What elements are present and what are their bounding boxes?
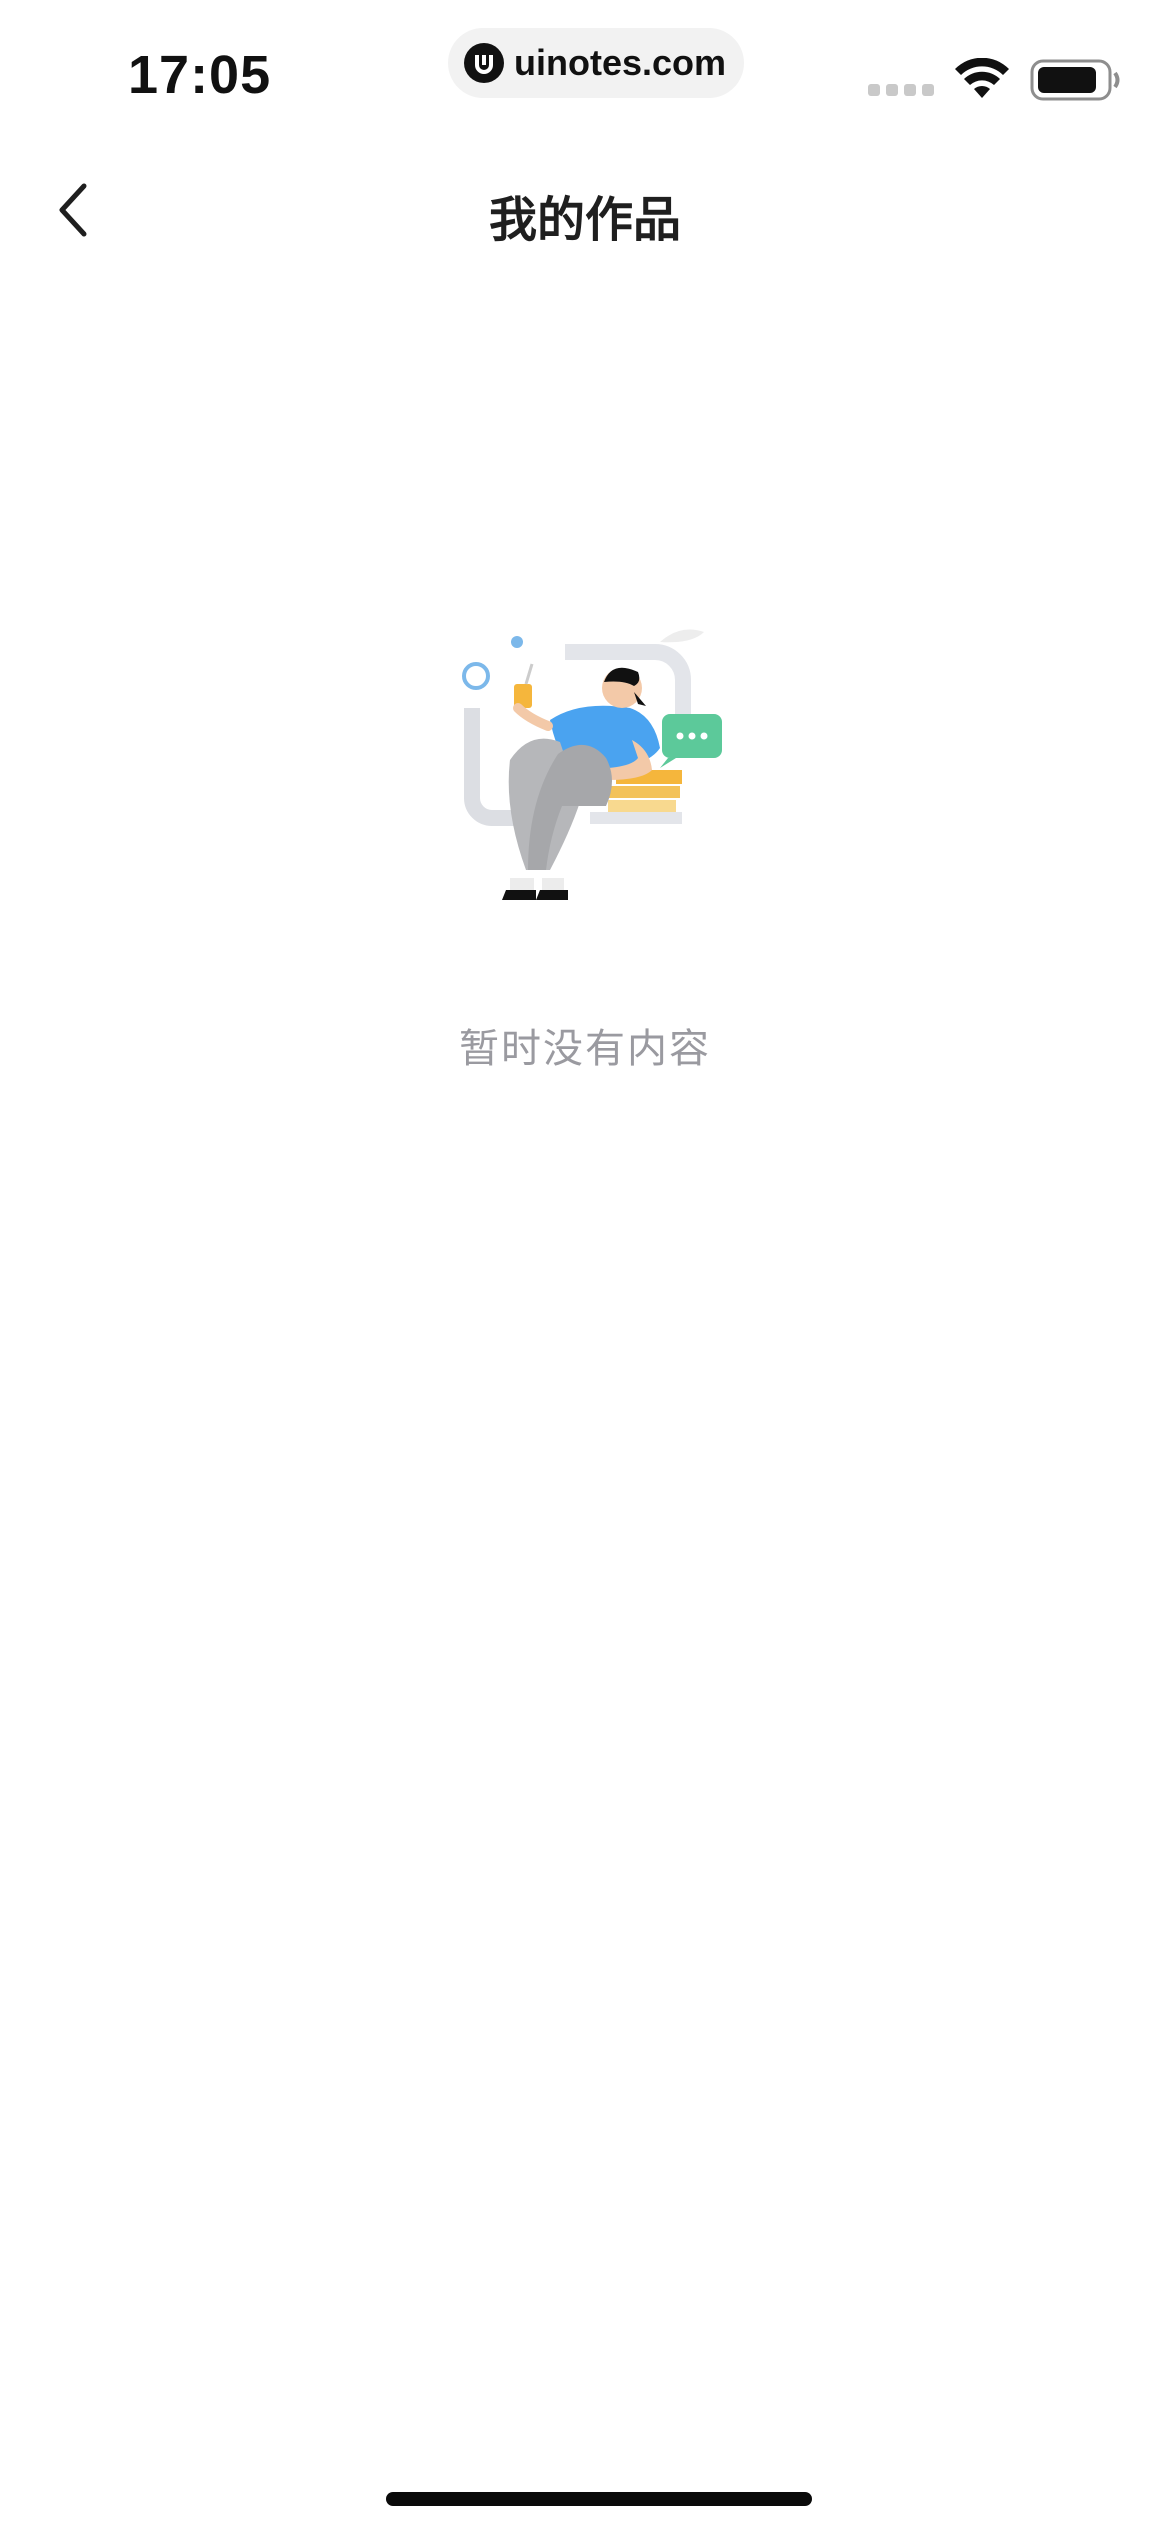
status-bar: 17:05 uinotes.com <box>0 0 1170 140</box>
cellular-signal-icon <box>868 84 934 96</box>
wifi-icon <box>955 58 1009 98</box>
nav-bar: 我的作品 <box>0 150 1170 270</box>
battery-icon <box>1030 59 1120 101</box>
empty-state-message: 暂时没有内容 <box>459 1026 711 1072</box>
url-text: uinotes.com <box>514 42 727 83</box>
home-indicator[interactable] <box>386 2492 812 2506</box>
page-title: 我的作品 <box>488 192 681 248</box>
status-time: 17:05 <box>128 45 272 105</box>
uinotes-logo-icon <box>464 43 504 83</box>
url-pill[interactable]: uinotes.com <box>448 28 744 98</box>
empty-state-illustration <box>462 629 722 900</box>
